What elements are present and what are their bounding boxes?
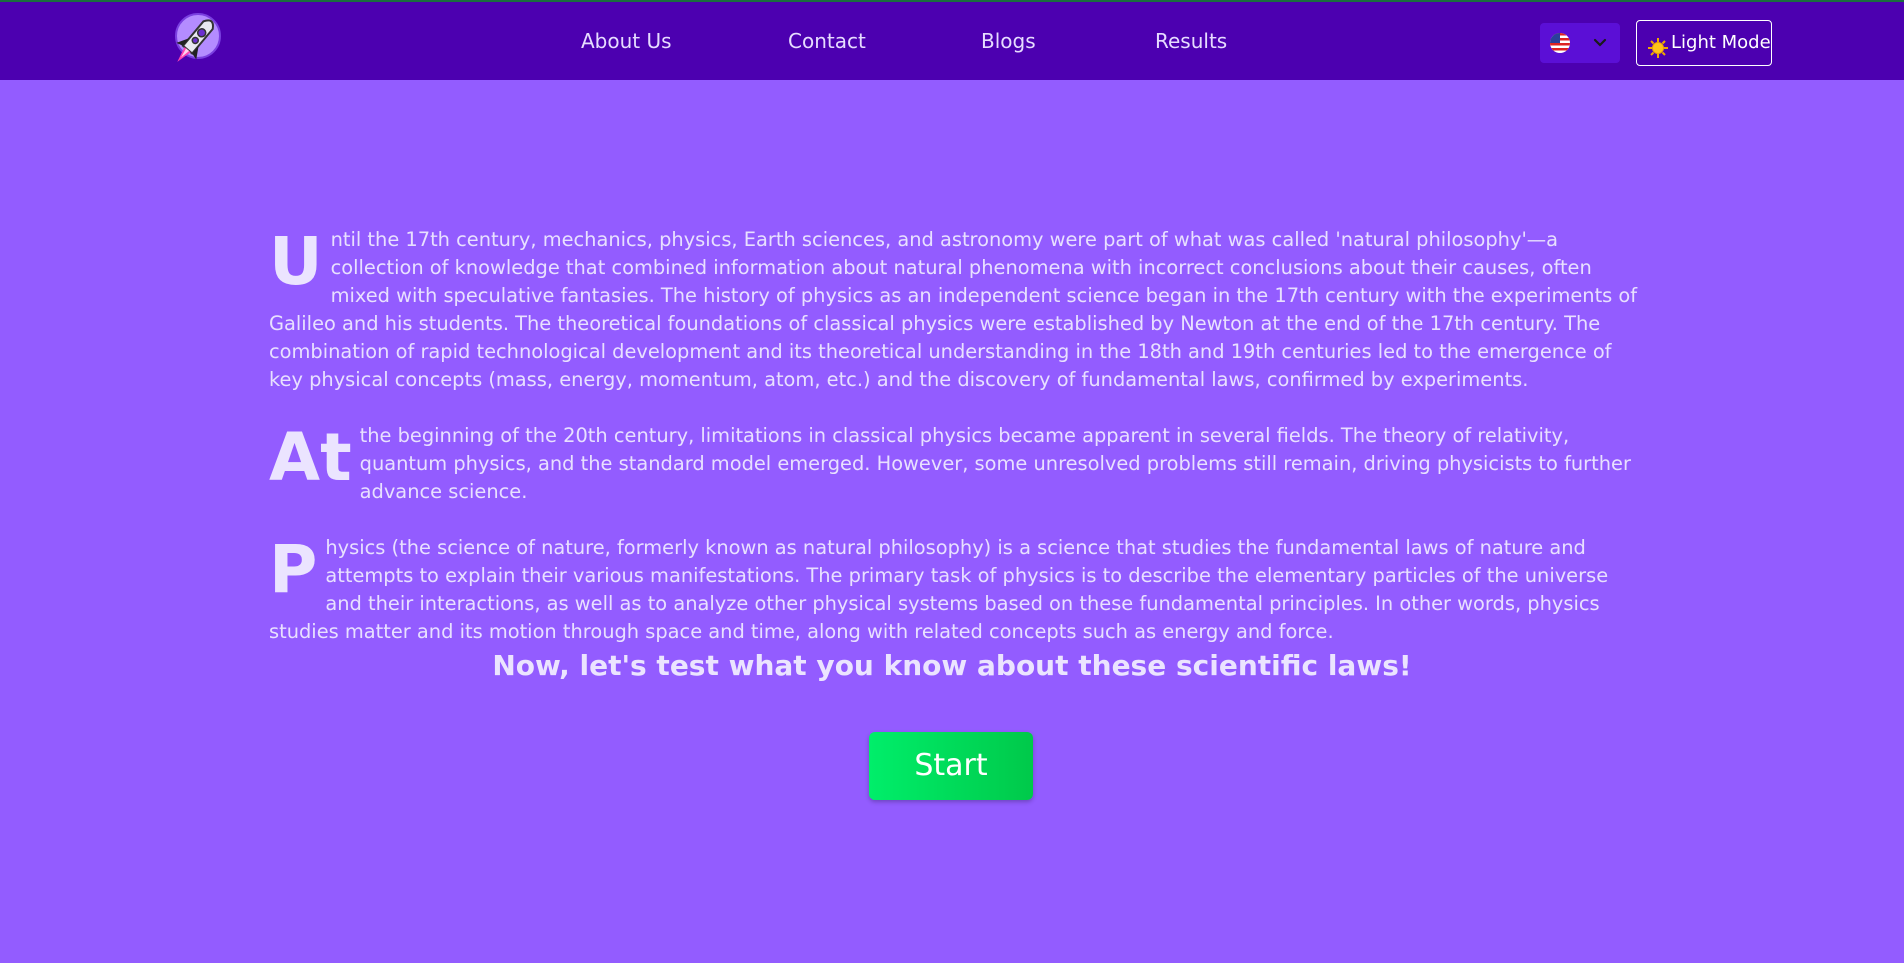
nav-link-contact[interactable]: Contact — [788, 29, 866, 53]
start-button[interactable]: Start — [869, 732, 1033, 800]
paragraph-text: hysics (the science of nature, formerly … — [269, 536, 1609, 643]
light-mode-label: Light Mode — [1671, 32, 1771, 53]
nav-link-results[interactable]: Results — [1155, 29, 1227, 53]
top-navbar: About Us Contact Blogs Results Light Mod… — [0, 0, 1904, 80]
intro-content: Until the 17th century, mechanics, physi… — [269, 226, 1649, 674]
nav-link-blogs[interactable]: Blogs — [981, 29, 1036, 53]
us-flag-icon — [1550, 33, 1570, 53]
dropcap: P — [269, 531, 318, 608]
light-mode-button[interactable]: Light Mode — [1636, 20, 1772, 66]
dropcap: U — [269, 223, 323, 300]
paragraph-text: ntil the 17th century, mechanics, physic… — [269, 228, 1638, 391]
dropcap: At — [269, 419, 352, 496]
intro-paragraph: Physics (the science of nature, formerly… — [269, 534, 1649, 646]
intro-paragraph: Until the 17th century, mechanics, physi… — [269, 226, 1649, 394]
language-select[interactable] — [1540, 23, 1620, 63]
sun-icon — [1647, 32, 1669, 58]
intro-paragraph: At the beginning of the 20th century, lim… — [269, 422, 1649, 506]
quiz-cta-heading: Now, let's test what you know about thes… — [492, 649, 1412, 682]
chevron-down-icon — [1592, 33, 1608, 51]
paragraph-text: the beginning of the 20th century, limit… — [359, 424, 1631, 503]
nav-link-about-us[interactable]: About Us — [581, 29, 672, 53]
